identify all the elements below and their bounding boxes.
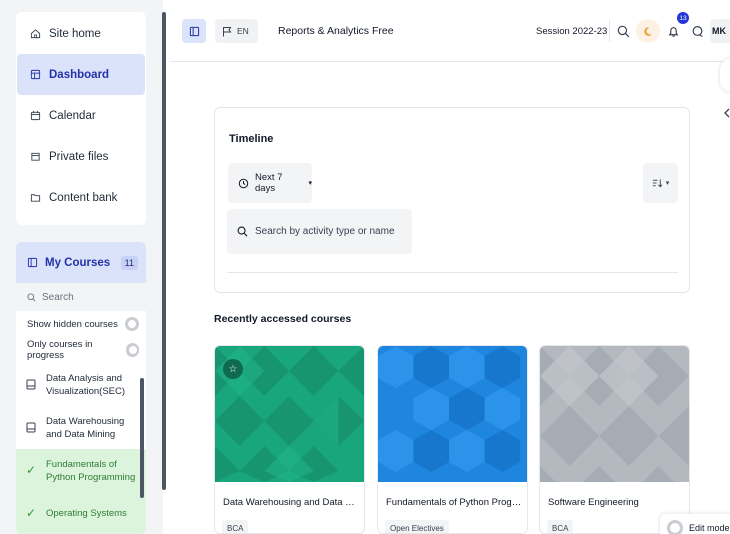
course-list-item[interactable]: Data Warehousing and Data Mining xyxy=(16,406,146,449)
course-card[interactable]: Software Engineering BCA xyxy=(539,345,690,534)
show-hidden-courses-toggle[interactable] xyxy=(125,317,139,331)
edit-mode-toggle[interactable]: Edit mode xyxy=(660,514,730,534)
course-card[interactable]: ☆ Data Warehousing and Data Mining BCA xyxy=(214,345,365,534)
chevron-down-icon: ▾ xyxy=(308,180,312,187)
primary-navigation: Site home Dashboard Calendar Private fil… xyxy=(16,12,146,225)
course-card-name[interactable]: Data Warehousing and Data Mining xyxy=(223,497,361,508)
session-label: Session 2022-23 xyxy=(536,26,608,37)
course-card-category: Open Electives xyxy=(385,520,449,533)
arrow-left-icon[interactable] xyxy=(723,108,730,118)
bell-icon xyxy=(667,25,680,38)
timeline-block: Timeline Next 7 days ▾ ▾ Search by activ… xyxy=(214,107,690,293)
course-list-label: Operating Systems xyxy=(46,508,127,519)
dark-mode-button[interactable] xyxy=(636,19,660,43)
course-list-item[interactable]: ✓ Operating Systems xyxy=(16,492,146,534)
chat-icon xyxy=(691,25,704,38)
course-count-badge: 11 xyxy=(120,255,138,270)
only-in-progress-toggle[interactable] xyxy=(125,343,139,357)
drawer-toggle-button[interactable] xyxy=(182,19,206,43)
home-icon xyxy=(28,28,42,39)
check-icon: ✓ xyxy=(26,506,37,520)
course-list-label: Fundamentals of Python Programming xyxy=(46,458,136,483)
file-icon xyxy=(28,151,42,162)
course-card-category: BCA xyxy=(222,520,249,533)
star-icon[interactable]: ☆ xyxy=(223,359,243,379)
timeline-title: Timeline xyxy=(229,133,274,145)
left-drawer: Site home Dashboard Calendar Private fil… xyxy=(0,0,163,534)
clock-icon xyxy=(238,178,249,189)
course-pattern-image xyxy=(540,346,689,482)
nav-item-label: Private files xyxy=(49,150,109,163)
check-icon: ✓ xyxy=(26,463,37,477)
timeline-divider xyxy=(227,272,678,273)
search-icon xyxy=(27,292,36,302)
course-list-item[interactable]: Data Analysis and Visualization(SEC) xyxy=(16,363,146,406)
show-hidden-courses-label: Show hidden courses xyxy=(27,318,118,330)
course-card[interactable]: Fundamentals of Python Programmi... Open… xyxy=(377,345,528,534)
course-card-name[interactable]: Software Engineering xyxy=(548,497,686,508)
timeline-filter-dropdown[interactable]: Next 7 days ▾ xyxy=(228,163,312,203)
timeline-sort-dropdown[interactable]: ▾ xyxy=(643,163,678,203)
search-icon xyxy=(617,25,630,38)
timeline-search-placeholder: Search by activity type or name xyxy=(255,226,395,237)
courses-scrollbar[interactable] xyxy=(140,378,144,498)
show-hidden-courses-row: Show hidden courses xyxy=(16,311,146,337)
timeline-search-input[interactable]: Search by activity type or name xyxy=(227,209,412,254)
my-courses-panel: My Courses 11 Search Show hidden courses… xyxy=(16,242,146,534)
nav-item-label: Content bank xyxy=(49,191,118,204)
nav-item-label: Site home xyxy=(49,27,101,40)
course-search-placeholder: Search xyxy=(42,291,74,303)
dashboard-icon xyxy=(28,69,42,80)
messages-button[interactable] xyxy=(687,20,707,42)
flag-icon xyxy=(222,26,232,37)
sort-icon xyxy=(652,178,663,188)
my-courses-title: My Courses xyxy=(45,256,111,269)
course-card-category: BCA xyxy=(547,520,574,533)
only-in-progress-label: Only courses in progress xyxy=(27,339,93,361)
drawer-scrollbar[interactable] xyxy=(162,12,166,490)
course-list-label: Data Analysis and Visualization(SEC) xyxy=(46,372,126,397)
language-button[interactable]: EN xyxy=(215,19,258,43)
edit-mode-switch[interactable] xyxy=(667,520,683,534)
block-drawer-button[interactable] xyxy=(720,58,730,92)
nav-item-calendar[interactable]: Calendar xyxy=(17,95,145,136)
course-icon xyxy=(26,379,38,390)
search-icon xyxy=(237,226,248,237)
nav-item-label: Dashboard xyxy=(49,68,110,81)
topbar-divider xyxy=(609,20,610,42)
course-list-item[interactable]: ✓ Fundamentals of Python Programming xyxy=(16,449,146,492)
nav-item-content-bank[interactable]: Content bank xyxy=(17,177,145,218)
site-brand[interactable]: Reports & Analytics Free xyxy=(278,25,394,37)
edit-mode-label: Edit mode xyxy=(689,523,730,533)
nav-item-dashboard[interactable]: Dashboard xyxy=(17,54,145,95)
language-code: EN xyxy=(237,26,249,36)
only-in-progress-row: Only courses in progress xyxy=(16,337,146,363)
moon-icon xyxy=(643,26,654,37)
nav-item-private-files[interactable]: Private files xyxy=(17,136,145,177)
user-avatar[interactable]: MK xyxy=(710,19,730,43)
my-courses-header[interactable]: My Courses 11 xyxy=(16,242,146,283)
chevron-down-icon: ▾ xyxy=(665,180,670,187)
search-button[interactable] xyxy=(613,20,633,42)
course-card-name[interactable]: Fundamentals of Python Programmi... xyxy=(386,497,524,508)
course-list-label: Data Warehousing and Data Mining xyxy=(46,415,125,440)
calendar-icon xyxy=(28,110,42,121)
nav-item-site-home[interactable]: Site home xyxy=(17,13,145,54)
timeline-filter-label: Next 7 days xyxy=(255,172,283,194)
courses-icon xyxy=(27,257,38,268)
nav-item-label: Calendar xyxy=(49,109,96,122)
course-icon xyxy=(26,422,38,433)
sidebar-toggle-icon xyxy=(189,26,200,37)
top-navbar: EN Reports & Analytics Free Session 2022… xyxy=(170,0,730,62)
recent-courses-title: Recently accessed courses xyxy=(214,313,352,325)
course-search-input[interactable]: Search xyxy=(16,283,146,311)
course-pattern-image xyxy=(378,346,527,482)
folder-icon xyxy=(28,192,42,203)
